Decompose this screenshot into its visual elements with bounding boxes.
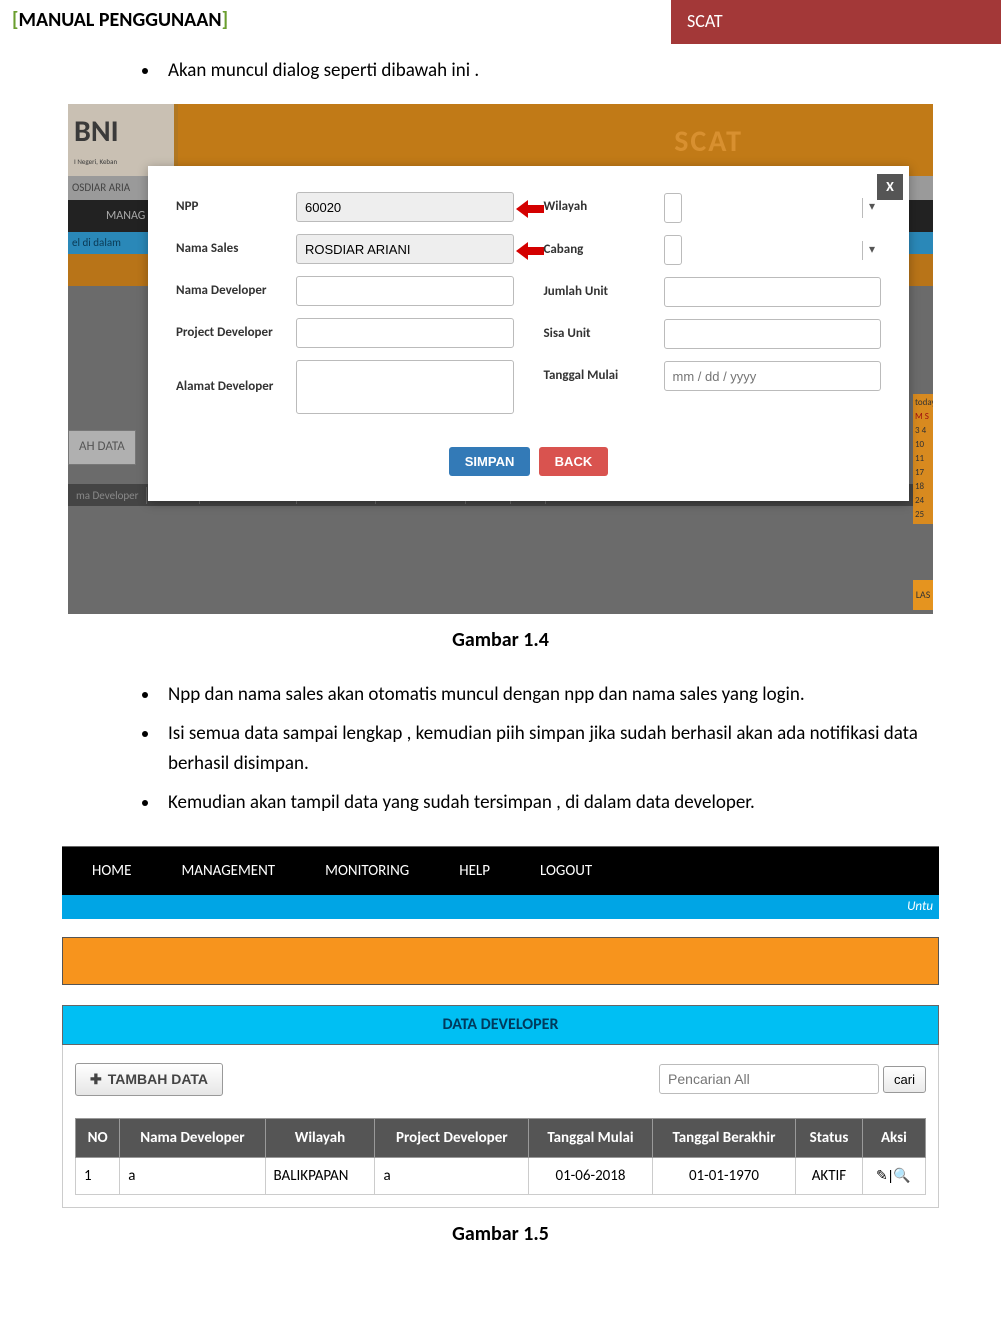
npp-input[interactable] (296, 192, 514, 222)
mid-bullets: Npp dan nama sales akan otomatis muncul … (160, 680, 941, 818)
cell-mulai: 01-06-2018 (529, 1157, 653, 1194)
nama-sales-input[interactable] (296, 234, 514, 264)
cell-nama: a (120, 1157, 265, 1194)
orange-banner (62, 937, 939, 985)
header-title-text: MANUAL PENGGUNAAN (19, 8, 222, 32)
col-tanggal-berakhir: Tanggal Berakhir (652, 1118, 795, 1157)
project-developer-label: Project Developer (176, 323, 296, 344)
bracket-close: ] (222, 8, 229, 32)
alamat-developer-label: Alamat Developer (176, 377, 296, 398)
dim-button-fragment: AH DATA (68, 430, 136, 465)
cell-proj: a (375, 1157, 529, 1194)
nama-sales-label: Nama Sales (176, 239, 296, 260)
col-no: NO (76, 1118, 120, 1157)
sisa-unit-label: Sisa Unit (544, 324, 664, 345)
col-wilayah: Wilayah (265, 1118, 375, 1157)
menu-help[interactable]: HELP (459, 859, 490, 883)
col-aksi: Aksi (862, 1118, 925, 1157)
nama-developer-label: Nama Developer (176, 281, 296, 302)
form-dialog: X NPP Nama Sales (148, 166, 909, 500)
screenshot-data-developer: HOME MANAGEMENT MONITORING HELP LOGOUT U… (62, 846, 939, 1208)
header-title: [MANUAL PENGGUNAAN] (0, 0, 671, 44)
cell-wilayah: BALIKPAPAN (265, 1157, 375, 1194)
cabang-label: Cabang (544, 240, 664, 261)
search-input[interactable] (659, 1064, 879, 1094)
las-fragment: LAS (913, 580, 933, 610)
main-menu: HOME MANAGEMENT MONITORING HELP LOGOUT (62, 847, 939, 895)
plus-icon: ✚ (90, 1071, 102, 1088)
back-button[interactable]: BACK (539, 447, 609, 476)
figure-caption-2: Gambar 1.5 (60, 1218, 941, 1250)
mid-bullet: Kemudian akan tampil data yang sudah ter… (160, 788, 941, 818)
mid-bullet: Isi semua data sampai lengkap , kemudian… (160, 719, 941, 780)
table-row: 1 a BALIKPAPAN a 01-06-2018 01-01-1970 A… (76, 1157, 926, 1194)
jumlah-unit-input[interactable] (664, 277, 882, 307)
developer-table: NO Nama Developer Wilayah Project Develo… (75, 1118, 926, 1195)
cell-aksi[interactable]: ✎|🔍 (862, 1157, 925, 1194)
sisa-unit-input[interactable] (664, 319, 882, 349)
cell-no: 1 (76, 1157, 120, 1194)
screenshot-dialog: BNI I Negeri, Keban SCAT OSDIAR ARIA MAN… (68, 104, 933, 614)
menu-home[interactable]: HOME (92, 859, 131, 883)
tanggal-mulai-label: Tanggal Mulai (544, 366, 664, 387)
intro-bullets: Akan muncul dialog seperti dibawah ini . (160, 56, 941, 86)
nama-developer-input[interactable] (296, 276, 514, 306)
info-strip: Untu (62, 895, 939, 919)
col-nama-developer: Nama Developer (120, 1118, 265, 1157)
project-developer-input[interactable] (296, 318, 514, 348)
table-header-row: NO Nama Developer Wilayah Project Develo… (76, 1118, 926, 1157)
npp-label: NPP (176, 197, 296, 218)
wilayah-label: Wilayah (544, 197, 664, 218)
calendar-fragment: today M S 3 4 10 11 17 18 24 25 (913, 394, 933, 524)
menu-monitoring[interactable]: MONITORING (325, 859, 409, 883)
intro-bullet: Akan muncul dialog seperti dibawah ini . (160, 56, 941, 86)
arrow-icon (516, 240, 544, 270)
alamat-developer-input[interactable] (296, 360, 514, 414)
cell-status: AKTIF (796, 1157, 863, 1194)
figure-caption-1: Gambar 1.4 (60, 624, 941, 656)
cell-akhir: 01-01-1970 (652, 1157, 795, 1194)
tanggal-mulai-input[interactable] (664, 361, 882, 391)
header-right-label: SCAT (671, 0, 1001, 44)
arrow-icon (516, 198, 544, 228)
mid-bullet: Npp dan nama sales akan otomatis muncul … (160, 680, 941, 710)
panel-title: DATA DEVELOPER (62, 1005, 939, 1045)
app-title: SCAT (674, 118, 743, 166)
page-header: [MANUAL PENGGUNAAN] SCAT (0, 0, 1001, 44)
menu-management[interactable]: MANAGEMENT (181, 859, 275, 883)
jumlah-unit-label: Jumlah Unit (544, 282, 664, 303)
cabang-select[interactable] (664, 235, 682, 265)
simpan-button[interactable]: SIMPAN (449, 447, 531, 476)
tambah-data-button[interactable]: ✚ TAMBAH DATA (75, 1063, 223, 1096)
wilayah-select[interactable] (664, 193, 682, 223)
menu-logout[interactable]: LOGOUT (540, 859, 592, 883)
tambah-data-label: TAMBAH DATA (108, 1071, 208, 1087)
col-tanggal-mulai: Tanggal Mulai (529, 1118, 653, 1157)
cari-button[interactable]: cari (883, 1066, 926, 1093)
col-project-developer: Project Developer (375, 1118, 529, 1157)
col-status: Status (796, 1118, 863, 1157)
